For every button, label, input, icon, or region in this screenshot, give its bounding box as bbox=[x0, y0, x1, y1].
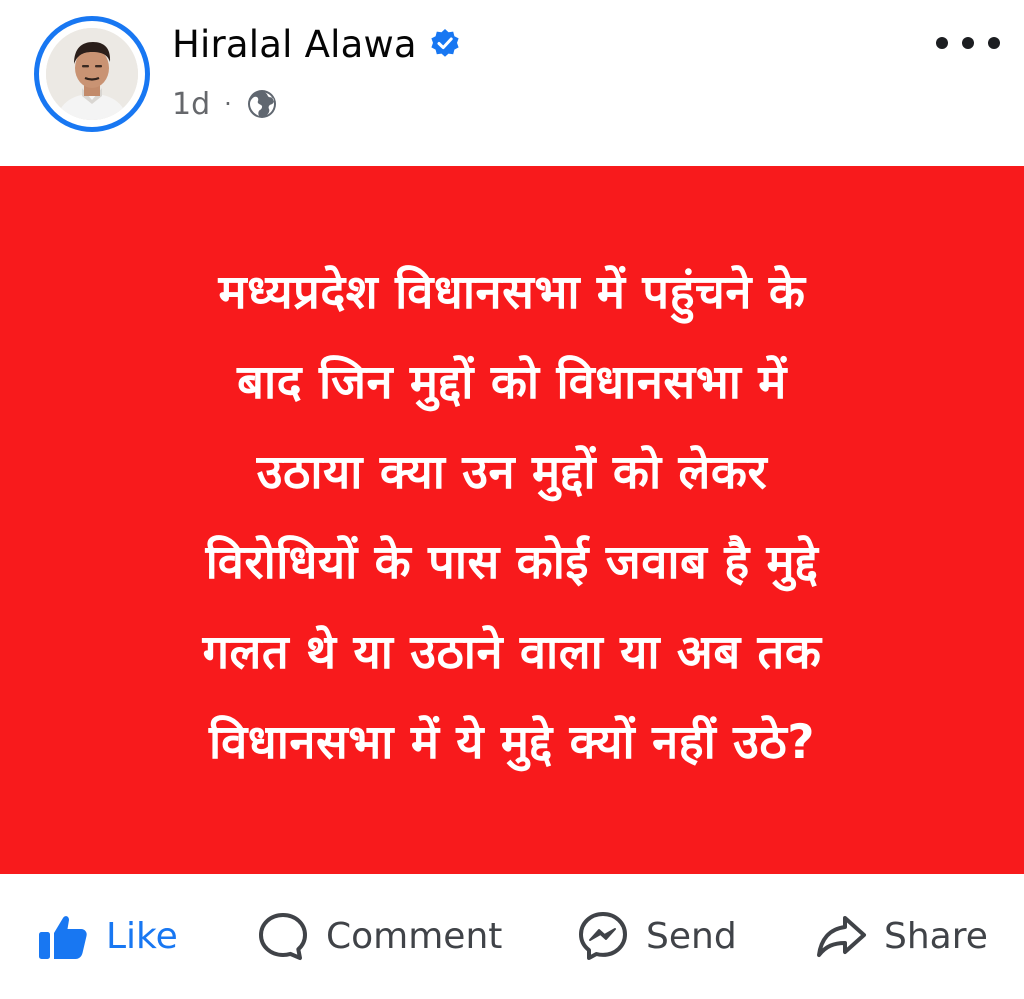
author-name[interactable]: Hiralal Alawa bbox=[172, 23, 417, 66]
verified-badge-icon bbox=[431, 29, 459, 57]
avatar-photo bbox=[46, 28, 138, 120]
more-dot bbox=[962, 37, 974, 49]
messenger-icon bbox=[579, 912, 627, 960]
post-line: गलत थे या उठाने वाला या अब तक bbox=[202, 625, 822, 680]
more-dot bbox=[988, 37, 1000, 49]
like-button[interactable]: Like bbox=[34, 904, 178, 968]
send-button[interactable]: Send bbox=[574, 904, 737, 968]
thumbs-up-icon bbox=[39, 916, 87, 959]
post-line: विधानसभा में ये मुद्दे क्यों नहीं उठे? bbox=[209, 715, 815, 770]
meta-separator: · bbox=[224, 90, 232, 118]
comment-icon bbox=[259, 913, 307, 960]
post-body: मध्यप्रदेश विधानसभा में पहुंचने के बाद ज… bbox=[72, 248, 952, 788]
avatar-ring[interactable] bbox=[34, 16, 150, 132]
post-line: मध्यप्रदेश विधानसभा में पहुंचने के bbox=[218, 265, 806, 320]
post-line: बाद जिन मुद्दों को विधानसभा में bbox=[237, 355, 787, 410]
comment-button[interactable]: Comment bbox=[254, 904, 502, 968]
globe-icon[interactable] bbox=[246, 88, 278, 120]
post-line: विरोधियों के पास कोई जवाब है मुद्दे bbox=[205, 535, 819, 590]
post-line: उठाया क्या उन मुद्दों को लेकर bbox=[256, 445, 768, 500]
share-arrow-icon bbox=[817, 916, 866, 957]
post-text-card[interactable]: मध्यप्रदेश विधानसभा में पहुंचने के बाद ज… bbox=[0, 166, 1024, 874]
avatar[interactable] bbox=[46, 28, 138, 120]
share-label: Share bbox=[884, 915, 988, 957]
post-action-bar: Like Comment Send Share bbox=[0, 874, 1024, 999]
more-options-icon[interactable] bbox=[936, 28, 1000, 58]
comment-label: Comment bbox=[326, 915, 503, 957]
like-label: Like bbox=[106, 915, 178, 957]
share-button[interactable]: Share bbox=[812, 904, 988, 968]
post-header: Hiralal Alawa 1d · bbox=[0, 0, 1024, 166]
more-dot bbox=[936, 37, 948, 49]
post-time[interactable]: 1d bbox=[172, 87, 210, 122]
send-label: Send bbox=[646, 915, 737, 957]
